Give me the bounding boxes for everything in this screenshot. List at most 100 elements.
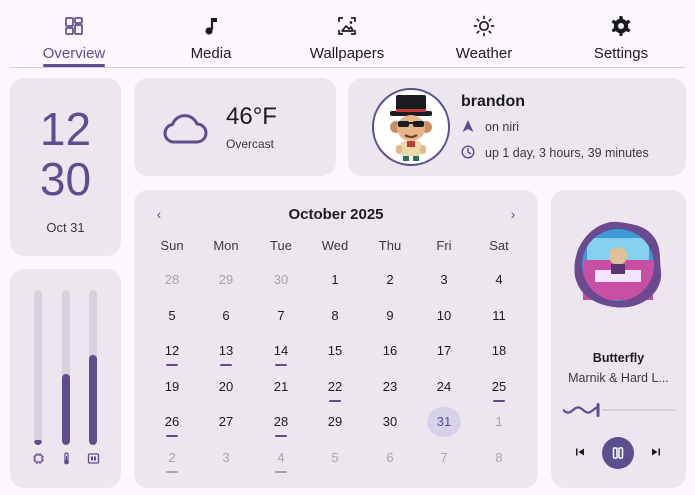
tab-divider xyxy=(10,67,685,68)
calendar-day[interactable]: 5 xyxy=(318,443,352,473)
calendar-day[interactable]: 24 xyxy=(427,372,461,402)
memory-bar-fill xyxy=(89,355,97,445)
calendar-day[interactable]: 3 xyxy=(427,265,461,295)
calendar-day[interactable]: 25 xyxy=(482,372,516,402)
weekday-label: Sat xyxy=(489,238,509,253)
calendar-day[interactable]: 19 xyxy=(155,372,189,402)
calendar-day[interactable]: 3 xyxy=(209,443,243,473)
calendar-day-today[interactable]: 31 xyxy=(427,407,461,437)
avatar-image xyxy=(390,95,432,161)
calendar-day[interactable]: 28 xyxy=(155,265,189,295)
progress-handle[interactable] xyxy=(596,403,600,417)
uptime: up 1 day, 3 hours, 39 minutes xyxy=(485,146,649,160)
calendar-day[interactable]: 4 xyxy=(482,265,516,295)
playback-progress[interactable] xyxy=(563,401,676,419)
thermometer-icon xyxy=(64,452,69,465)
calendar-day[interactable]: 13 xyxy=(209,336,243,366)
calendar-day[interactable]: 4 xyxy=(264,443,298,473)
calendar-next-button[interactable]: › xyxy=(503,206,523,224)
calendar-day[interactable]: 10 xyxy=(427,301,461,331)
music-note-icon xyxy=(205,18,217,35)
cpu-bar xyxy=(34,290,42,445)
clock-hours: 12 xyxy=(39,103,92,155)
calendar-day[interactable]: 17 xyxy=(427,336,461,366)
calendar-day[interactable]: 7 xyxy=(427,443,461,473)
weekday-label: Tue xyxy=(270,238,292,253)
temperature-bar xyxy=(62,290,70,445)
avatar xyxy=(372,88,450,166)
tab-bar: Overview Media Wallpapers Weather Settin… xyxy=(0,0,695,68)
tab-label: Overview xyxy=(42,45,106,62)
user-name: brandon xyxy=(461,93,525,110)
skip-previous-icon xyxy=(576,448,584,456)
weekday-label: Wed xyxy=(321,238,349,253)
track-title: Butterfly xyxy=(592,351,645,365)
calendar-day[interactable]: 5 xyxy=(155,301,189,331)
window-manager: on niri xyxy=(485,120,520,134)
track-artist: Marnik & Hard L... xyxy=(568,371,669,385)
tab-weather[interactable]: Weather xyxy=(419,10,549,66)
calendar-day[interactable]: 11 xyxy=(482,301,516,331)
calendar-day[interactable]: 14 xyxy=(264,336,298,366)
tab-settings[interactable]: Settings xyxy=(556,10,686,66)
niri-arrow-icon xyxy=(462,120,474,132)
sun-icon xyxy=(473,15,495,37)
pause-icon xyxy=(612,447,624,459)
calendar-day[interactable]: 26 xyxy=(155,407,189,437)
calendar-day[interactable]: 6 xyxy=(209,301,243,331)
cpu-bar-fill xyxy=(34,440,42,445)
media-card: Butterfly Marnik & Hard L... xyxy=(551,190,686,488)
calendar-day[interactable]: 23 xyxy=(373,372,407,402)
calendar-day[interactable]: 2 xyxy=(155,443,189,473)
calendar-day[interactable]: 7 xyxy=(264,301,298,331)
calendar-day[interactable]: 8 xyxy=(318,301,352,331)
album-art[interactable] xyxy=(573,220,663,310)
resources-card xyxy=(10,269,121,488)
previous-track-button[interactable] xyxy=(573,445,587,459)
calendar-day[interactable]: 29 xyxy=(318,407,352,437)
memory-icon xyxy=(87,453,100,464)
tab-wallpapers[interactable]: Wallpapers xyxy=(282,10,412,66)
calendar-day[interactable]: 16 xyxy=(373,336,407,366)
calendar-day[interactable]: 12 xyxy=(155,336,189,366)
calendar-day[interactable]: 18 xyxy=(482,336,516,366)
weekday-label: Thu xyxy=(378,238,402,253)
calendar-day[interactable]: 2 xyxy=(373,265,407,295)
calendar-day[interactable]: 30 xyxy=(264,265,298,295)
tab-label: Settings xyxy=(593,45,649,62)
wallpaper-icon xyxy=(338,17,356,35)
weekday-label: Sun xyxy=(160,238,184,253)
weekday-label: Fri xyxy=(436,238,452,253)
calendar-day[interactable]: 6 xyxy=(373,443,407,473)
memory-bar xyxy=(89,290,97,445)
calendar-day[interactable]: 20 xyxy=(209,372,243,402)
clock-minutes: 30 xyxy=(39,153,92,205)
tab-label: Weather xyxy=(455,45,513,62)
tab-overview[interactable]: Overview xyxy=(9,10,139,66)
weather-condition: Overcast xyxy=(226,137,275,151)
tab-label: Wallpapers xyxy=(309,45,385,62)
calendar-day[interactable]: 1 xyxy=(318,265,352,295)
user-card: brandon on niri up 1 day, 3 hours, 39 mi… xyxy=(348,78,686,176)
skip-next-icon xyxy=(652,448,660,456)
temperature-bar-fill xyxy=(62,374,70,445)
tab-label: Media xyxy=(190,45,232,62)
calendar-day[interactable]: 29 xyxy=(209,265,243,295)
dashboard-icon xyxy=(65,17,83,35)
clock-icon xyxy=(461,145,475,159)
clock-date: Oct 31 xyxy=(46,220,85,235)
calendar-day[interactable]: 27 xyxy=(209,407,243,437)
tab-media[interactable]: Media xyxy=(146,10,276,66)
calendar-day[interactable]: 21 xyxy=(264,372,298,402)
calendar-day[interactable]: 9 xyxy=(373,301,407,331)
calendar-day[interactable]: 15 xyxy=(318,336,352,366)
cloud-icon xyxy=(163,114,208,144)
weather-card[interactable]: 46°F Overcast xyxy=(134,78,336,176)
calendar-day[interactable]: 22 xyxy=(318,372,352,402)
calendar-day[interactable]: 1 xyxy=(482,407,516,437)
next-track-button[interactable] xyxy=(649,445,663,459)
calendar-day[interactable]: 28 xyxy=(264,407,298,437)
calendar-day[interactable]: 8 xyxy=(482,443,516,473)
calendar-day[interactable]: 30 xyxy=(373,407,407,437)
pause-button[interactable] xyxy=(602,437,634,469)
